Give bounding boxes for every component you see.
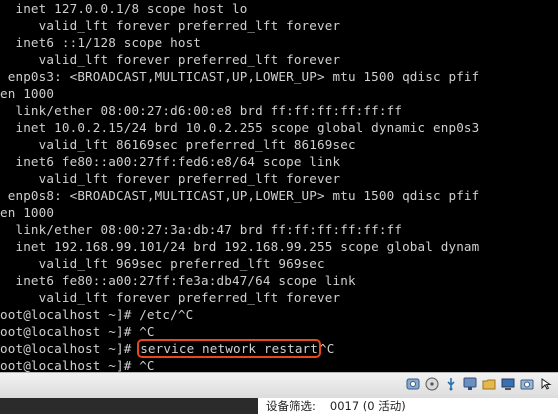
status-icons [405, 376, 554, 392]
terminal-history-line: oot@localhost ~]# /etc/^C [0, 306, 479, 323]
terminal-history-line: oot@localhost ~]# ^C [0, 357, 479, 372]
screen-capture-icon[interactable] [519, 376, 535, 392]
mouse-integration-icon[interactable] [538, 376, 554, 392]
highlighted-command: service network restart [137, 339, 322, 358]
terminal-history-line: oot@localhost ~]# ^C [0, 323, 479, 340]
terminal-output-line: inet6 fe80::a00:27ff:fe3a:db47/64 scope … [0, 273, 356, 288]
terminal-output-line: valid_lft forever preferred_lft forever [0, 52, 341, 67]
terminal-output-line: valid_lft forever preferred_lft forever [0, 290, 341, 305]
terminal-output-line: en 1000 [0, 205, 55, 220]
network-icon[interactable] [462, 376, 478, 392]
interrupt-text: ^C [319, 341, 335, 356]
terminal-output-line: inet 192.168.99.101/24 brd 192.168.99.25… [0, 239, 480, 254]
device-filter: 设备筛选: 0017 (0 活动) [266, 398, 420, 414]
terminal-output-line: valid_lft 86169sec preferred_lft 86169se… [0, 137, 356, 152]
terminal-output-line: inet 127.0.0.1/8 scope host lo [0, 1, 248, 16]
shell-prompt: oot@localhost ~]# [0, 358, 140, 372]
device-filter-bar: 设备筛选: 0017 (0 活动) [0, 398, 558, 414]
optical-drive-icon[interactable] [424, 376, 440, 392]
terminal-output-line: link/ether 08:00:27:3a:db:47 brd ff:ff:f… [0, 222, 403, 237]
shared-folder-icon[interactable] [481, 376, 497, 392]
shell-prompt: oot@localhost ~]# [0, 324, 140, 339]
history-command: /etc/^C [139, 307, 194, 322]
disk-icon[interactable] [405, 376, 421, 392]
taskbar-strip [0, 398, 258, 414]
history-command: ^C [139, 358, 155, 372]
shell-prompt: oot@localhost ~]# [0, 341, 140, 356]
terminal-output-line: valid_lft forever preferred_lft forever [0, 18, 341, 33]
device-filter-value: 0017 (0 活动) [329, 399, 406, 413]
vm-status-bar [0, 372, 558, 398]
terminal-output-line: valid_lft 969sec preferred_lft 969sec [0, 256, 325, 271]
terminal-output-line: inet6 ::1/128 scope host [0, 35, 202, 50]
terminal-output-line: link/ether 08:00:27:d6:00:e8 brd ff:ff:f… [0, 103, 403, 118]
display-icon[interactable] [500, 376, 516, 392]
terminal-output-line: en 1000 [0, 86, 55, 101]
terminal-output-line: enp0s3: <BROADCAST,MULTICAST,UP,LOWER_UP… [0, 69, 480, 84]
terminal-output-line: valid_lft forever preferred_lft forever [0, 171, 341, 186]
terminal-history-line: oot@localhost ~]# service network restar… [0, 339, 479, 358]
terminal-output-line: enp0s8: <BROADCAST,MULTICAST,UP,LOWER_UP… [0, 188, 480, 203]
usb-icon[interactable] [443, 376, 459, 392]
terminal-output-line: inet 10.0.2.15/24 brd 10.0.2.255 scope g… [0, 120, 480, 135]
terminal-output-line: inet6 fe80::a00:27ff:fed6:e8/64 scope li… [0, 154, 341, 169]
device-filter-label: 设备筛选: [266, 399, 316, 413]
history-command: ^C [139, 324, 155, 339]
terminal-output: inet 127.0.0.1/8 scope host lo valid_lft… [0, 0, 479, 372]
shell-prompt: oot@localhost ~]# [0, 307, 140, 322]
vm-window: inet 127.0.0.1/8 scope host lo valid_lft… [0, 0, 558, 414]
terminal-console[interactable]: inet 127.0.0.1/8 scope host lo valid_lft… [0, 0, 558, 372]
